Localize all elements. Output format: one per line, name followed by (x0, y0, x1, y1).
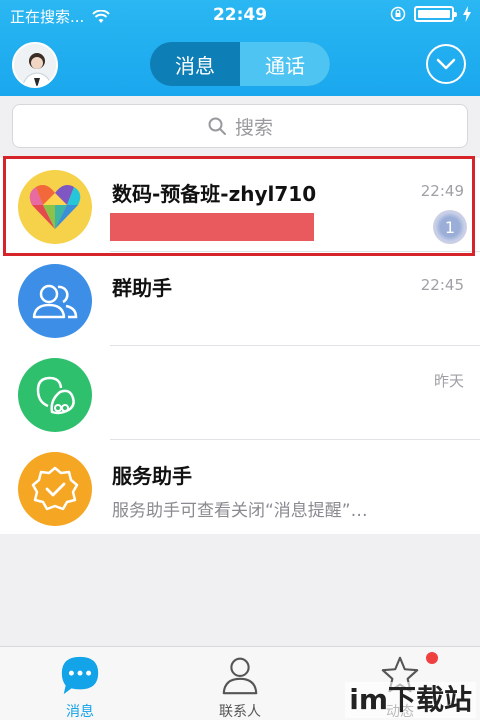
search-placeholder: 搜索 (234, 116, 273, 139)
service-badge-icon (18, 452, 92, 526)
tab-label: 消息 (66, 704, 94, 720)
search-input[interactable]: 搜索 (12, 104, 468, 148)
redacted-preview (110, 213, 314, 241)
search-bar: 搜索 (0, 96, 480, 158)
rotation-lock-icon (390, 6, 406, 22)
watermark: im下载站 (345, 682, 476, 718)
status-bar: 正在搜索... 22:49 (0, 0, 480, 32)
more-button[interactable] (426, 44, 466, 84)
highlight-box (3, 156, 475, 256)
tab-calls[interactable]: 通话 (240, 42, 330, 86)
tab-messages[interactable]: 消息 (150, 42, 240, 86)
segmented-control: 消息 通话 (150, 42, 330, 86)
qq-friends-icon (18, 358, 92, 432)
group-helper-icon (18, 264, 92, 338)
header: 正在搜索... 22:49 消息 通话 (0, 0, 480, 96)
conversation-title: 服务助手 (112, 464, 192, 488)
tab-item-messages[interactable]: 消息 (0, 647, 160, 720)
unread-badge: 1 (433, 210, 467, 244)
battery-icon (414, 6, 457, 22)
tab-item-contacts[interactable]: 联系人 (160, 647, 320, 720)
list-item[interactable]: 群助手 22:45 (0, 252, 480, 346)
contacts-icon (222, 657, 258, 695)
nav-bar: 消息 通话 (0, 32, 480, 96)
tab-label: 联系人 (219, 704, 261, 720)
avatar-image-icon (14, 44, 56, 86)
conversation-time: 22:45 (420, 276, 464, 294)
search-icon (208, 117, 226, 135)
chevron-down-icon (436, 58, 456, 70)
conversation-preview: 服务助手可查看关闭“消息提醒”… (112, 501, 368, 521)
notification-dot (426, 652, 438, 664)
conversation-title: 群助手 (112, 276, 172, 300)
list-item[interactable]: 昨天 (0, 346, 480, 440)
list-item[interactable]: 服务助手 服务助手可查看关闭“消息提醒”… (0, 440, 480, 534)
message-bubble-icon (61, 656, 99, 695)
conversation-time: 昨天 (433, 372, 464, 390)
avatar[interactable] (12, 42, 58, 88)
charging-icon (463, 6, 471, 22)
